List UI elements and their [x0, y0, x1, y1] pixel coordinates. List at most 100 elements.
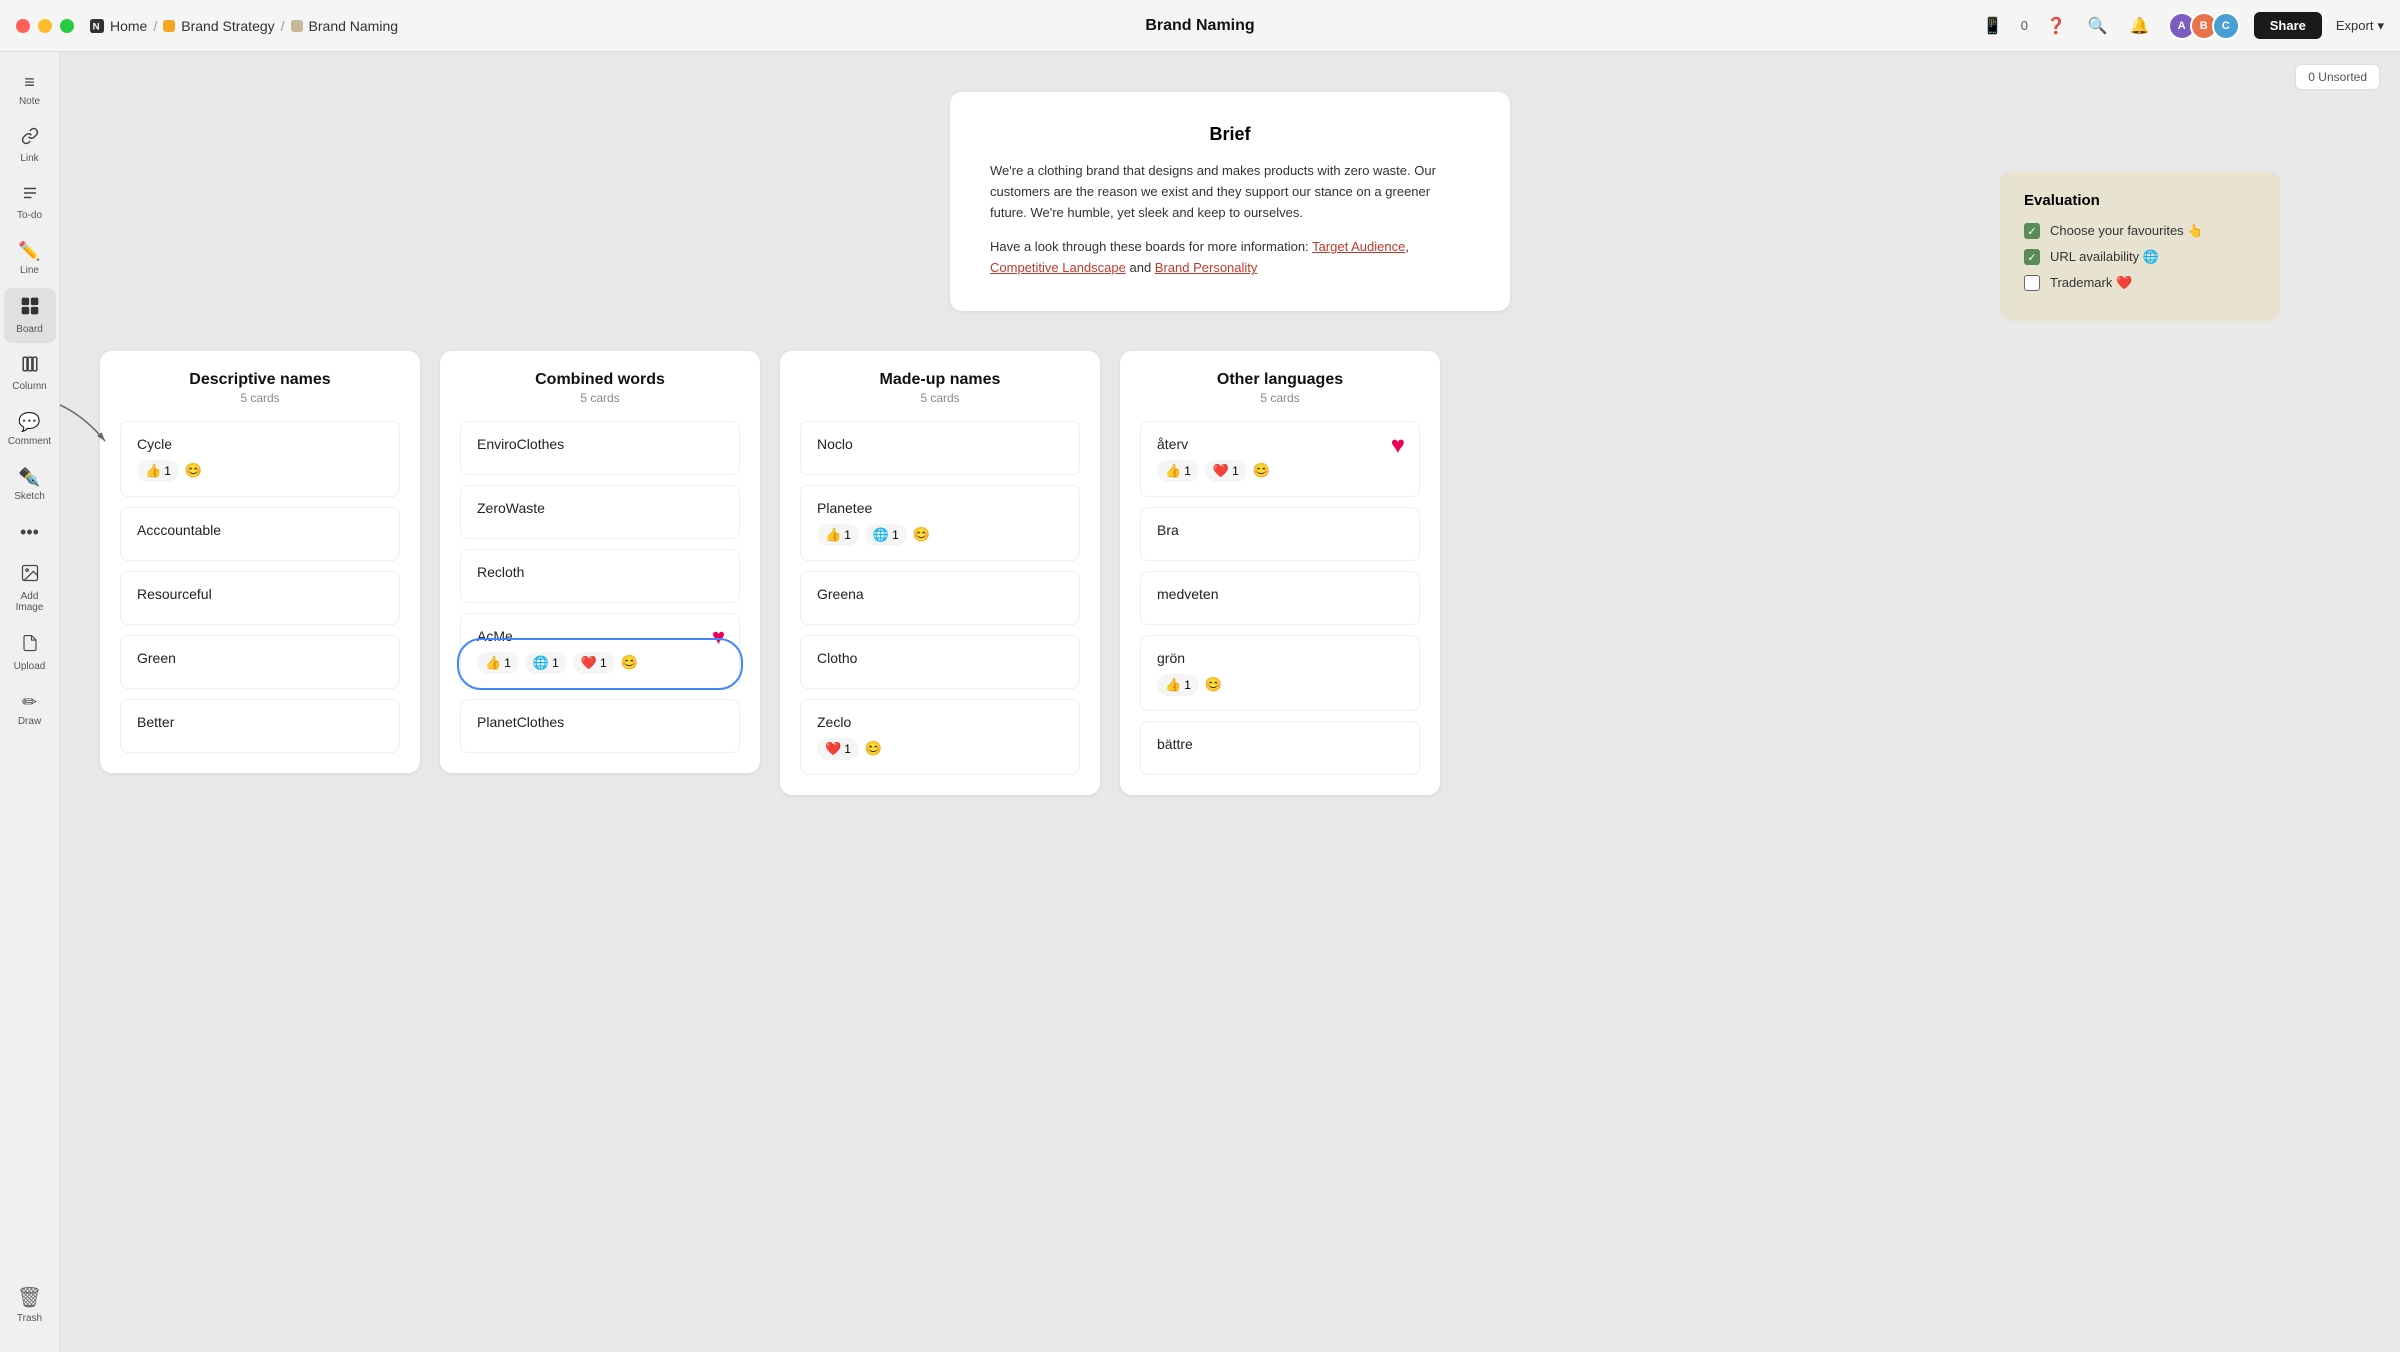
reaction-acme-globe[interactable]: 🌐 1 [525, 652, 567, 674]
reaction-aterv-heart[interactable]: ❤️ 1 [1205, 460, 1247, 482]
name-card-accountable[interactable]: Acccountable [120, 507, 400, 561]
name-card-clotho[interactable]: Clotho [800, 635, 1080, 689]
reactions-aterv: 👍 1 ❤️ 1 😊 [1157, 460, 1403, 482]
sidebar-item-trash[interactable]: 🗑 Trash [4, 1277, 56, 1332]
comment-icon: 💬 [18, 412, 40, 433]
sidebar-item-comment[interactable]: 💬 Comment [4, 404, 56, 455]
name-text-cycle: Cycle [137, 436, 383, 452]
name-card-green[interactable]: Green [120, 635, 400, 689]
breadcrumb-brand-strategy[interactable]: Brand Strategy [163, 18, 274, 34]
sidebar-item-upload[interactable]: Upload [4, 625, 56, 680]
add-reaction-btn-aterv[interactable]: 😊 [1253, 462, 1270, 479]
name-card-enviroclothes[interactable]: EnviroClothes [460, 421, 740, 475]
brand-naming-dot [291, 20, 303, 32]
fullscreen-button[interactable] [60, 19, 74, 33]
sidebar-item-addimage[interactable]: Add Image [4, 555, 56, 621]
notion-icon: N [90, 19, 104, 33]
sidebar-item-column[interactable]: Column [4, 347, 56, 400]
minimize-button[interactable] [38, 19, 52, 33]
reaction-acme-thumbsup[interactable]: 👍 1 [477, 652, 519, 674]
name-text-zeclo: Zeclo [817, 714, 1063, 730]
export-label: Export [2336, 18, 2374, 33]
bell-icon-btn[interactable]: 🔔 [2126, 12, 2154, 40]
add-reaction-btn-planetee[interactable]: 😊 [913, 526, 930, 543]
board-icon [20, 296, 40, 321]
breadcrumb-brand-naming[interactable]: Brand Naming [291, 18, 399, 34]
name-card-zeclo[interactable]: Zeclo ❤️ 1 😊 [800, 699, 1080, 775]
export-chevron-icon: ▾ [2377, 18, 2384, 34]
add-reaction-btn-zeclo[interactable]: 😊 [865, 740, 882, 757]
breadcrumb-home[interactable]: N Home [90, 18, 147, 34]
link-competitive-landscape[interactable]: Competitive Landscape [990, 260, 1126, 275]
trash-label: Trash [17, 1313, 42, 1324]
brand-strategy-dot [163, 20, 175, 32]
name-card-greena[interactable]: Greena [800, 571, 1080, 625]
eval-title: Evaluation [2024, 192, 2256, 209]
name-card-resourceful[interactable]: Resourceful [120, 571, 400, 625]
sidebar-upload-label: Upload [14, 661, 46, 672]
sidebar-item-todo[interactable]: To-do [4, 176, 56, 229]
column-icon [21, 355, 39, 378]
name-card-recloth[interactable]: Recloth [460, 549, 740, 603]
add-reaction-btn-gron[interactable]: 😊 [1205, 676, 1222, 693]
name-card-gron[interactable]: grön 👍 1 😊 [1140, 635, 1420, 711]
reaction-count: 1 [600, 656, 607, 670]
add-reaction-btn-acme[interactable]: 😊 [621, 654, 638, 671]
eval-item-1: ✓ URL availability 🌐 [2024, 249, 2256, 265]
col-other-header: Other languages 5 cards [1140, 371, 1420, 405]
sidebar-column-label: Column [12, 381, 46, 392]
reaction-planetee-globe[interactable]: 🌐 1 [865, 524, 907, 546]
draw-icon: ✏ [22, 692, 37, 713]
name-card-planetee[interactable]: Planetee 👍 1 🌐 1 😊 [800, 485, 1080, 561]
col-other-title: Other languages [1140, 371, 1420, 389]
export-button[interactable]: Export ▾ [2336, 18, 2384, 34]
reaction-gron-thumbsup[interactable]: 👍 1 [1157, 674, 1199, 696]
sidebar-item-more[interactable]: ••• [4, 514, 56, 551]
page-title: Brand Naming [1145, 17, 1254, 35]
col-descriptive-count: 5 cards [120, 391, 400, 405]
name-card-zerowaste[interactable]: ZeroWaste [460, 485, 740, 539]
breadcrumb-brand-naming-label: Brand Naming [309, 18, 399, 34]
name-card-noclo[interactable]: Noclo [800, 421, 1080, 475]
eval-checkbox-1[interactable]: ✓ [2024, 249, 2040, 265]
name-card-cycle[interactable]: Cycle 👍 1 😊 [120, 421, 400, 497]
col-madeup: Made-up names 5 cards Noclo Planetee 👍 1 [780, 351, 1100, 795]
col-combined: Combined words 5 cards EnviroClothes Zer… [440, 351, 760, 773]
eval-checkbox-2[interactable] [2024, 275, 2040, 291]
sidebar-item-link[interactable]: Link [4, 119, 56, 172]
reaction-planetee-thumbsup[interactable]: 👍 1 [817, 524, 859, 546]
reaction-zeclo-heart[interactable]: ❤️ 1 [817, 738, 859, 760]
name-text-aterv: återv [1157, 436, 1403, 452]
search-icon-btn[interactable]: 🔍 [2084, 12, 2112, 40]
help-icon-btn[interactable]: ❓ [2042, 12, 2070, 40]
brief-title: Brief [990, 124, 1470, 145]
sidebar-item-note[interactable]: ≡ Note [4, 64, 56, 115]
share-button[interactable]: Share [2254, 12, 2322, 39]
name-card-bra[interactable]: Bra [1140, 507, 1420, 561]
name-card-aterv[interactable]: återv ♥ 👍 1 ❤️ 1 😊 [1140, 421, 1420, 497]
name-text-planetclothes: PlanetClothes [477, 714, 723, 730]
reaction-acme-heart[interactable]: ❤️ 1 [573, 652, 615, 674]
name-card-acme[interactable]: AcMe ♥ 👍 1 🌐 1 [460, 613, 740, 689]
link-brand-personality[interactable]: Brand Personality [1155, 260, 1258, 275]
columns-row: Descriptive names 5 cards Cycle 👍 1 😊 [100, 351, 2360, 795]
upload-icon [21, 633, 39, 658]
device-icon-btn[interactable]: 📱 [1979, 12, 2007, 40]
brief-and: and [1129, 260, 1154, 275]
name-card-battre[interactable]: bättre [1140, 721, 1420, 775]
reaction-thumbsup[interactable]: 👍 1 [137, 460, 179, 482]
sidebar-item-sketch[interactable]: ✒️ Sketch [4, 459, 56, 510]
name-card-planetclothes[interactable]: PlanetClothes [460, 699, 740, 753]
name-card-medveten[interactable]: medveten [1140, 571, 1420, 625]
eval-checkbox-0[interactable]: ✓ [2024, 223, 2040, 239]
link-target-audience[interactable]: Target Audience [1312, 239, 1405, 254]
add-reaction-btn[interactable]: 😊 [185, 462, 202, 479]
name-text-planetee: Planetee [817, 500, 1063, 516]
brief-links: Have a look through these boards for mor… [990, 237, 1470, 279]
sidebar-item-draw[interactable]: ✏ Draw [4, 684, 56, 735]
reaction-aterv-thumbsup[interactable]: 👍 1 [1157, 460, 1199, 482]
close-button[interactable] [16, 19, 30, 33]
sidebar-item-board[interactable]: Board [4, 288, 56, 343]
name-card-better[interactable]: Better [120, 699, 400, 753]
sidebar-item-line[interactable]: ✏️ Line [4, 233, 56, 284]
